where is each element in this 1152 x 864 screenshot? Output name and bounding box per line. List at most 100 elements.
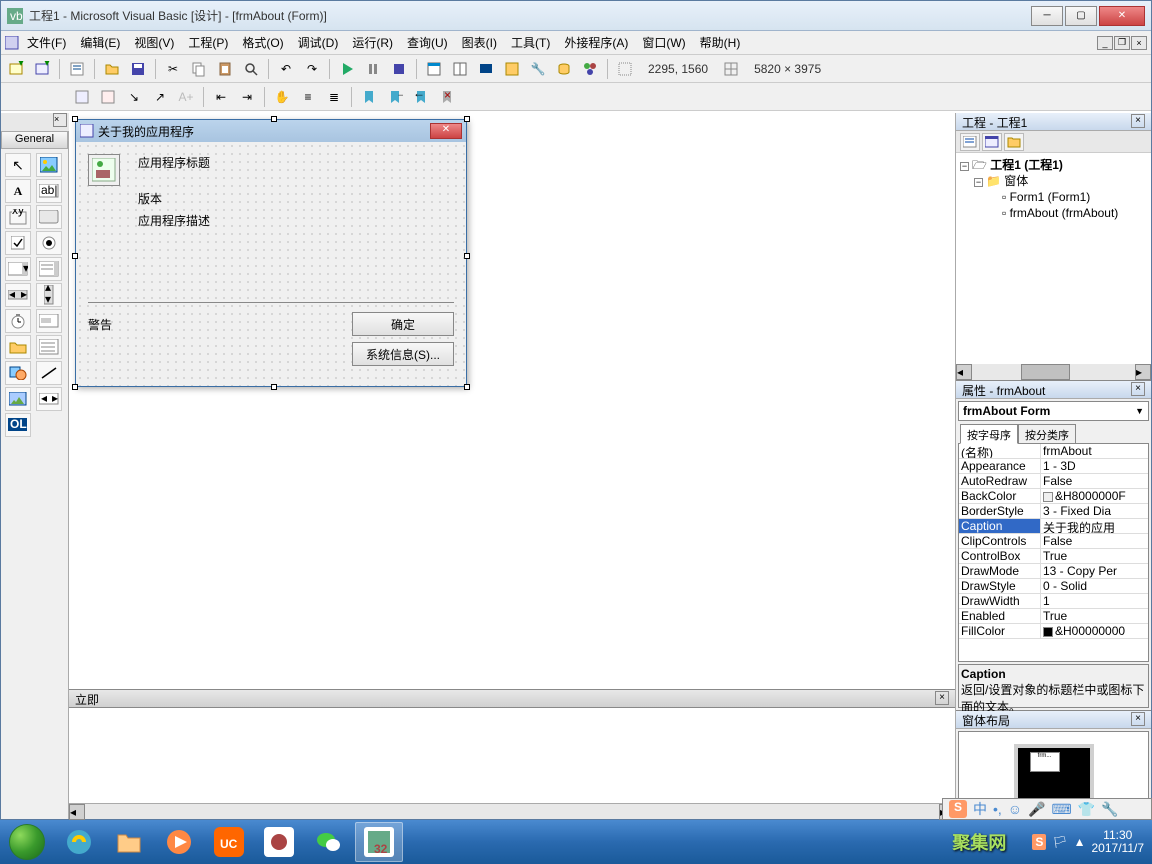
vscrollbar-tool[interactable]: ▴▾ (36, 283, 62, 307)
form1-node[interactable]: Form1 (Form1) (1010, 190, 1091, 204)
props-close[interactable]: × (1131, 382, 1145, 396)
view-code-button[interactable] (960, 133, 980, 151)
form-layout-button[interactable] (475, 58, 497, 80)
prop-row[interactable]: ClipControlsFalse (959, 534, 1148, 549)
about-form[interactable]: 关于我的应用程序 ✕ 应用程序标题 版本 应用程序描述 警告 确定 系统信息(S… (75, 119, 467, 387)
ime-toolbar[interactable]: S 中 •, ☺ 🎤 ⌨ 👕 🔧 (942, 798, 1152, 820)
tray-date[interactable]: 2017/11/7 (1092, 842, 1145, 855)
toggle-folders-button[interactable] (1004, 133, 1024, 151)
menu-tools[interactable]: 工具(T) (505, 32, 556, 53)
tb-btn-3[interactable]: ↘ (123, 86, 145, 108)
bookmark-toggle[interactable] (358, 86, 380, 108)
app-icon-placeholder[interactable] (88, 154, 120, 186)
hscrollbar-tool[interactable]: ◂▸ (5, 283, 31, 307)
menu-file[interactable]: 文件(F) (21, 32, 72, 53)
undo-button[interactable]: ↶ (275, 58, 297, 80)
description-label[interactable]: 应用程序描述 (138, 212, 210, 229)
menu-view[interactable]: 视图(V) (128, 32, 180, 53)
ime-punct-icon[interactable]: •, (993, 801, 1002, 817)
combobox-tool[interactable]: ▾ (5, 257, 31, 281)
menu-help[interactable]: 帮助(H) (694, 32, 747, 53)
ime-settings-icon[interactable]: 🔧 (1101, 801, 1118, 818)
label-tool[interactable]: A (5, 179, 31, 203)
taskbar-uc[interactable]: UC (205, 822, 253, 862)
form-close-button[interactable]: ✕ (430, 123, 462, 139)
add-project-button[interactable]: ▾ (5, 58, 27, 80)
mdi-minimize[interactable]: _ (1097, 36, 1113, 50)
ok-button[interactable]: 确定 (352, 312, 454, 336)
app-title-label[interactable]: 应用程序标题 (138, 154, 210, 171)
prop-row[interactable]: DrawStyle0 - Solid (959, 579, 1148, 594)
layout-close[interactable]: × (1131, 712, 1145, 726)
taskbar-app1[interactable] (255, 822, 303, 862)
start-button[interactable] (0, 820, 54, 864)
object-browser-button[interactable] (501, 58, 523, 80)
prop-row[interactable]: BackColor&H8000000F (959, 489, 1148, 504)
uncomment-button[interactable]: ≣ (323, 86, 345, 108)
paste-button[interactable] (214, 58, 236, 80)
toolbox-button[interactable]: 🔧 (527, 58, 549, 80)
ime-emoji-icon[interactable]: ☺ (1008, 801, 1022, 817)
filelistbox-tool[interactable] (36, 335, 62, 359)
version-label[interactable]: 版本 (138, 190, 162, 207)
sysinfo-button[interactable]: 系统信息(S)... (352, 342, 454, 366)
ime-voice-icon[interactable]: 🎤 (1028, 801, 1045, 818)
bookmark-clear[interactable]: × (436, 86, 458, 108)
tray-up-icon[interactable]: ▲ (1074, 835, 1086, 849)
prop-row[interactable]: Appearance1 - 3D (959, 459, 1148, 474)
form-thumb[interactable]: frm... (1030, 752, 1060, 772)
object-combo[interactable]: frmAbout Form▼ (958, 401, 1149, 421)
separator-line[interactable] (88, 302, 454, 303)
menu-window[interactable]: 窗口(W) (636, 32, 691, 53)
redo-button[interactable]: ↷ (301, 58, 323, 80)
menu-project[interactable]: 工程(P) (182, 32, 234, 53)
tb-btn-2[interactable] (97, 86, 119, 108)
menu-edit[interactable]: 编辑(E) (74, 32, 126, 53)
frmabout-node[interactable]: frmAbout (frmAbout) (1010, 206, 1119, 220)
tray-sogou-icon[interactable]: S (1032, 834, 1046, 850)
breakpoint-button[interactable]: ✋ (271, 86, 293, 108)
end-button[interactable] (388, 58, 410, 80)
comment-button[interactable]: ≡ (297, 86, 319, 108)
start-button[interactable] (336, 58, 358, 80)
project-hscroll[interactable]: ◂▸ (956, 364, 1151, 380)
toolbox-close[interactable]: × (53, 113, 67, 127)
minimize-button[interactable]: ─ (1031, 6, 1063, 26)
pointer-tool[interactable]: ↖ (5, 153, 31, 177)
cut-button[interactable]: ✂ (162, 58, 184, 80)
save-button[interactable] (127, 58, 149, 80)
warning-label[interactable]: 警告 (88, 316, 112, 333)
immediate-window[interactable] (69, 707, 955, 803)
immediate-hscroll[interactable]: ◂▸ (69, 803, 955, 819)
find-button[interactable] (240, 58, 262, 80)
view-object-button[interactable] (982, 133, 1002, 151)
close-button[interactable]: ✕ (1099, 6, 1145, 26)
tb-btn-1[interactable] (71, 86, 93, 108)
ime-lang[interactable]: 中 (973, 799, 987, 819)
project-root-node[interactable]: 工程1 (工程1) (990, 158, 1063, 172)
immediate-close[interactable]: × (935, 691, 949, 705)
drivelistbox-tool[interactable] (36, 309, 62, 333)
mdi-restore[interactable]: ❐ (1114, 36, 1130, 50)
ime-skin-icon[interactable]: 👕 (1078, 801, 1095, 818)
textbox-tool[interactable]: ab| (36, 179, 62, 203)
timer-tool[interactable] (5, 309, 31, 333)
listbox-tool[interactable] (36, 257, 62, 281)
add-form-button[interactable]: ▾ (31, 58, 53, 80)
copy-button[interactable] (188, 58, 210, 80)
toolbox-tab[interactable]: General (1, 131, 68, 149)
menu-run[interactable]: 运行(R) (346, 32, 399, 53)
line-tool[interactable] (36, 361, 62, 385)
taskbar-media[interactable] (155, 822, 203, 862)
picturebox-tool[interactable] (36, 153, 62, 177)
form-designer[interactable]: 关于我的应用程序 ✕ 应用程序标题 版本 应用程序描述 警告 确定 系统信息(S… (69, 113, 955, 689)
prop-row[interactable]: EnabledTrue (959, 609, 1148, 624)
menu-query[interactable]: 查询(U) (401, 32, 454, 53)
menu-addins[interactable]: 外接程序(A) (558, 32, 634, 53)
ole-tool[interactable]: OLE (5, 413, 31, 437)
taskbar-vb[interactable]: 32 (355, 822, 403, 862)
break-button[interactable] (362, 58, 384, 80)
bookmark-next[interactable]: → (384, 86, 406, 108)
maximize-button[interactable]: ▢ (1065, 6, 1097, 26)
sogou-icon[interactable]: S (949, 800, 967, 818)
